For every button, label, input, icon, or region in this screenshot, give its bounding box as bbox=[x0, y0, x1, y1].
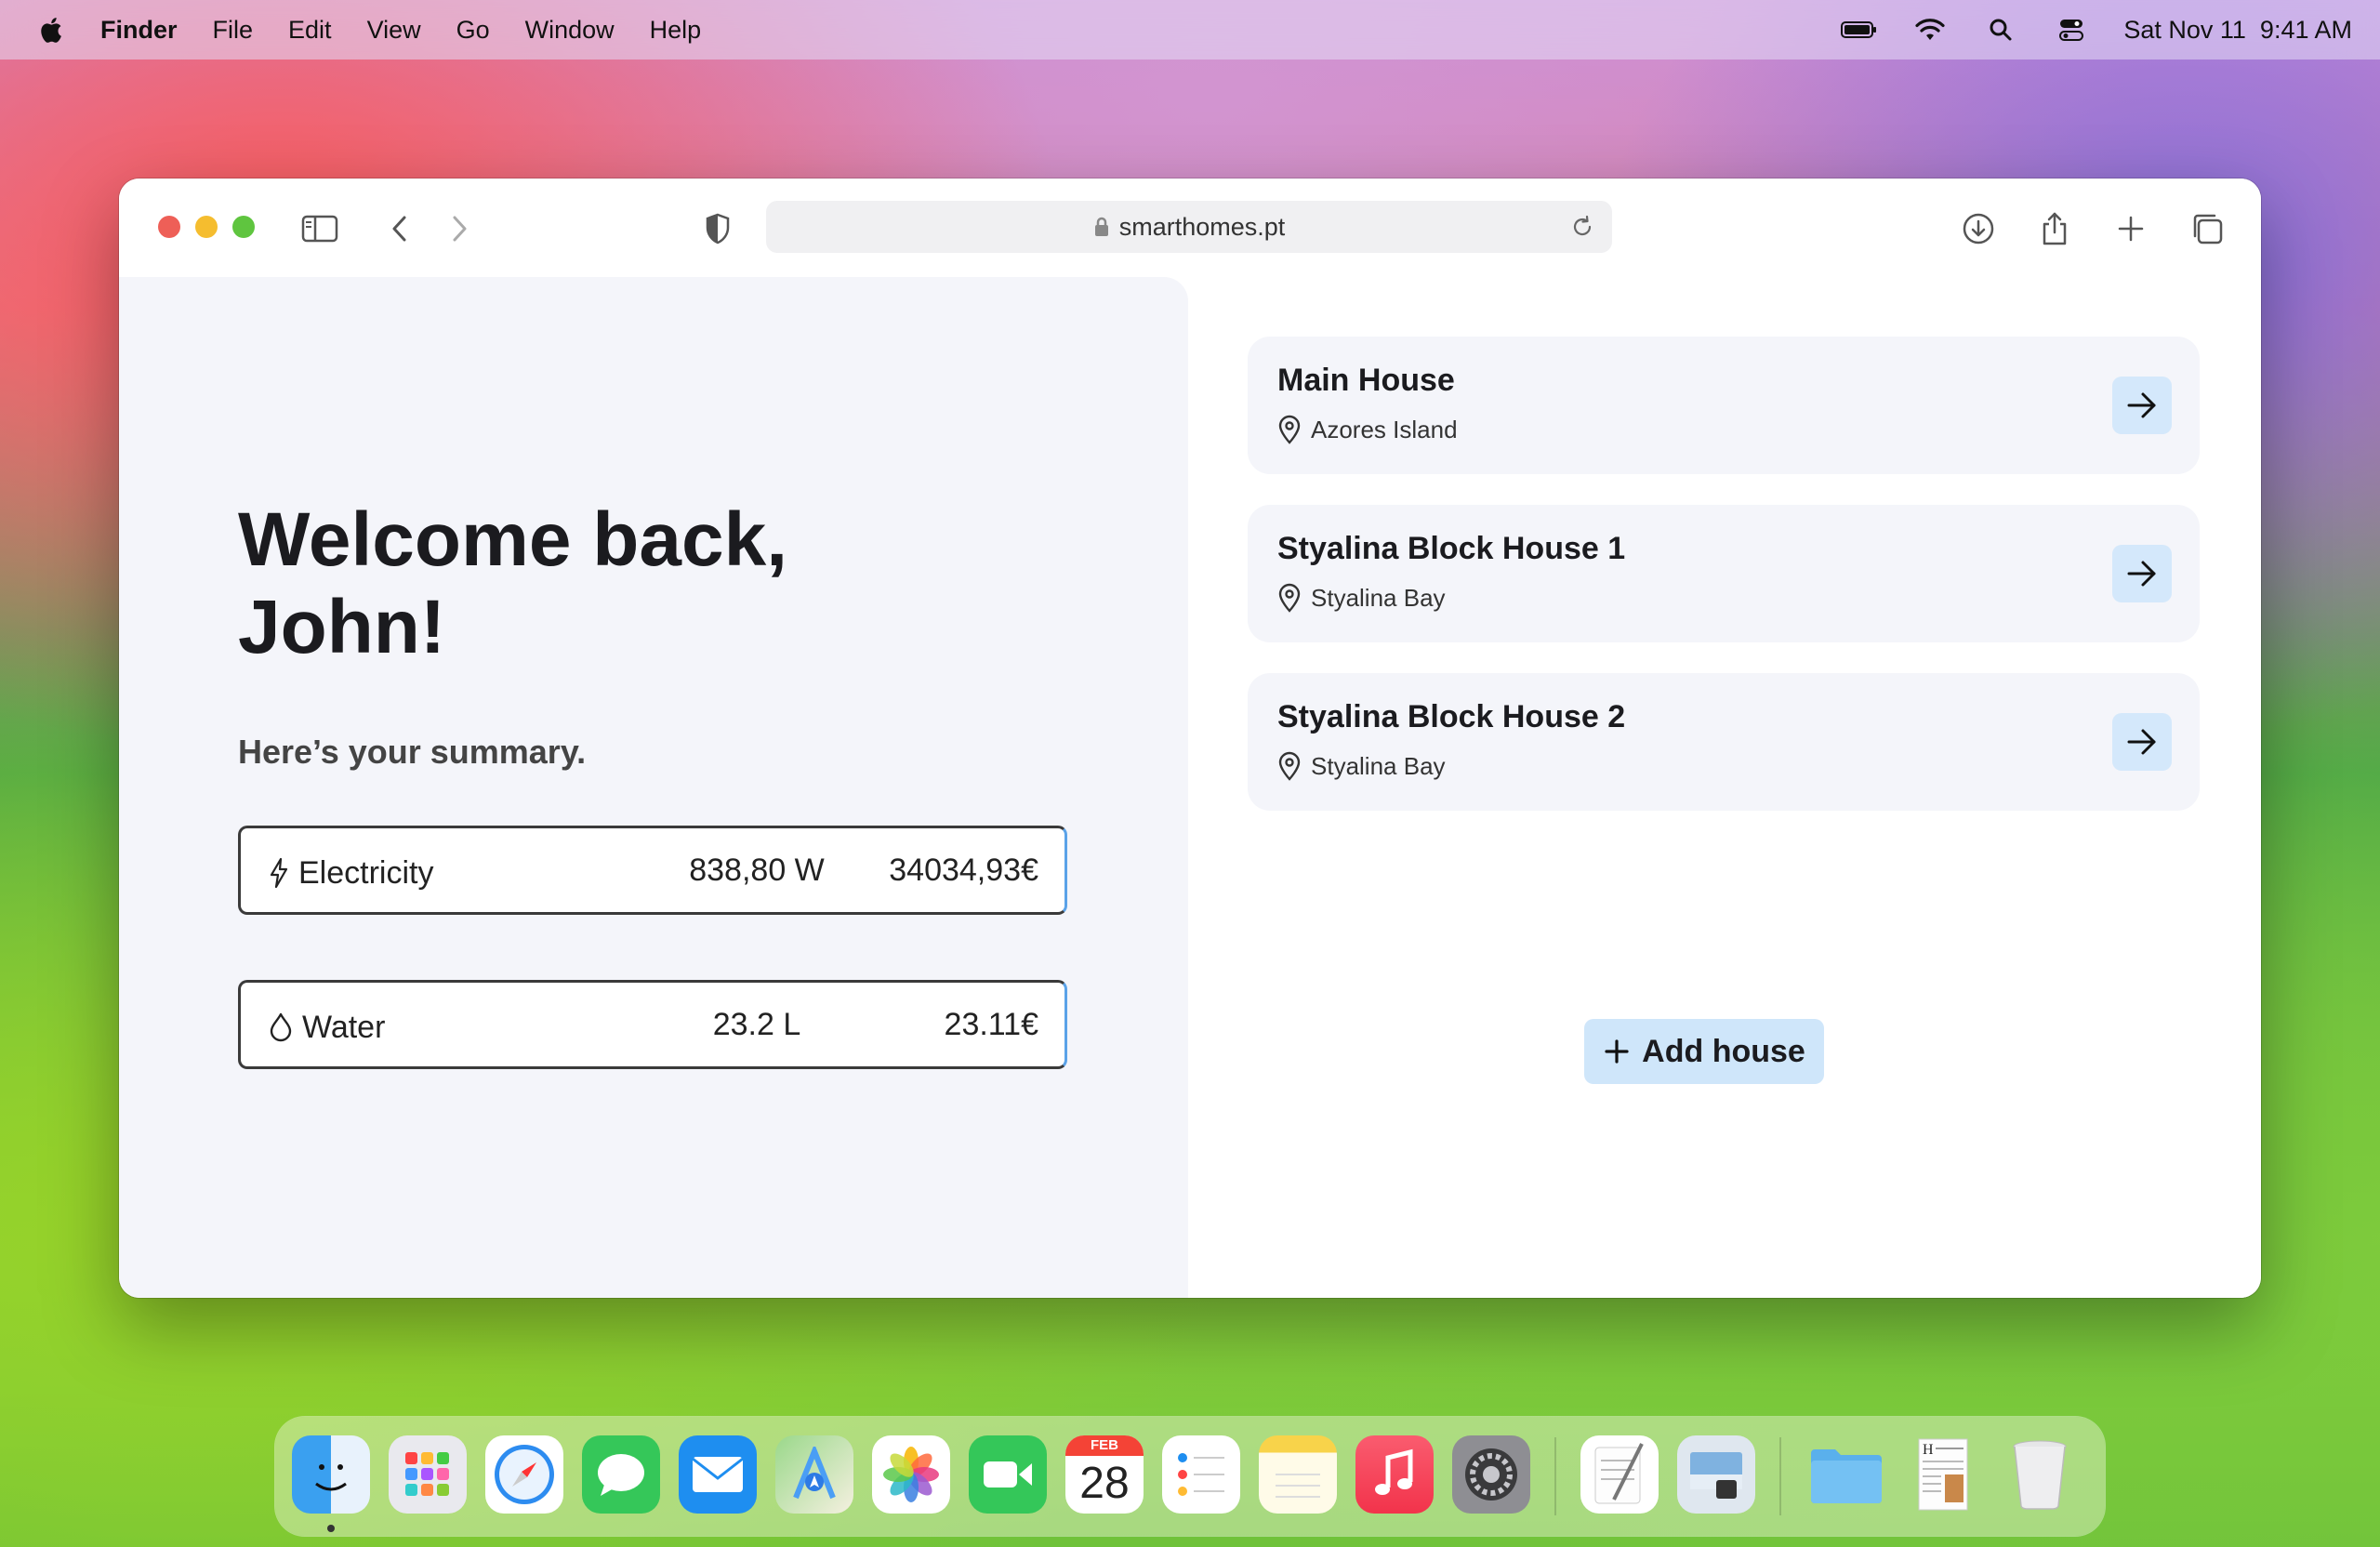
house-card[interactable]: Styalina Block House 1 Styalina Bay bbox=[1248, 505, 2200, 642]
water-usage: 23.2 L bbox=[712, 1006, 801, 1042]
open-house-button[interactable] bbox=[2112, 377, 2172, 434]
tab-overview-icon[interactable] bbox=[2188, 210, 2226, 247]
document-icon[interactable]: H bbox=[1904, 1435, 1982, 1514]
menu-help[interactable]: Help bbox=[650, 16, 702, 45]
house-name: Styalina Block House 1 bbox=[1277, 531, 1626, 566]
house-location: Azores Island bbox=[1311, 415, 1458, 443]
running-indicator bbox=[327, 1525, 335, 1532]
house-card[interactable]: Styalina Block House 2 Styalina Bay bbox=[1248, 673, 2200, 811]
safari-icon[interactable] bbox=[485, 1435, 563, 1514]
menu-view[interactable]: View bbox=[367, 16, 421, 45]
arrow-right-icon bbox=[2127, 561, 2156, 587]
open-house-button[interactable] bbox=[2112, 545, 2172, 602]
house-location: Styalina Bay bbox=[1311, 751, 1446, 780]
music-icon[interactable] bbox=[1355, 1435, 1434, 1514]
arrow-right-icon bbox=[2127, 729, 2156, 755]
system-settings-icon[interactable] bbox=[1452, 1435, 1530, 1514]
address-bar[interactable]: smarthomes.pt bbox=[766, 201, 1612, 253]
menu-window[interactable]: Window bbox=[525, 16, 615, 45]
add-house-label: Add house bbox=[1642, 1033, 1805, 1069]
browser-toolbar: smarthomes.pt bbox=[119, 178, 2261, 277]
dock-separator bbox=[1779, 1437, 1781, 1515]
menu-datetime[interactable]: Sat Nov 11 9:41 AM bbox=[2123, 16, 2352, 45]
water-cost: 23.11€ bbox=[944, 1006, 1038, 1042]
close-window-button[interactable] bbox=[158, 216, 180, 238]
menu-go[interactable]: Go bbox=[456, 16, 490, 45]
water-label: Water bbox=[302, 1009, 386, 1045]
facetime-icon[interactable] bbox=[969, 1435, 1047, 1514]
trash-icon[interactable] bbox=[2001, 1435, 2079, 1514]
summary-pane: Welcome back, John! Here’s your summary. … bbox=[119, 277, 1188, 1298]
zoom-window-button[interactable] bbox=[232, 216, 255, 238]
maps-icon[interactable] bbox=[775, 1435, 853, 1514]
lock-icon bbox=[1094, 217, 1108, 236]
folder-icon[interactable] bbox=[1807, 1435, 1885, 1514]
forward-icon[interactable] bbox=[441, 210, 478, 247]
welcome-heading: Welcome back, John! bbox=[238, 497, 787, 669]
wifi-icon[interactable] bbox=[1911, 16, 1949, 44]
launchpad-icon[interactable] bbox=[389, 1435, 467, 1514]
calendar-day: 28 bbox=[1079, 1459, 1130, 1508]
houses-pane: Main House Azores Island Styalina Block … bbox=[1188, 277, 2261, 1298]
arrow-right-icon bbox=[2127, 392, 2156, 418]
share-icon[interactable] bbox=[2036, 210, 2073, 247]
minimize-window-button[interactable] bbox=[195, 216, 218, 238]
preview-icon[interactable] bbox=[1677, 1435, 1755, 1514]
battery-icon[interactable] bbox=[1841, 16, 1878, 44]
textedit-icon[interactable] bbox=[1580, 1435, 1659, 1514]
lightning-icon bbox=[270, 857, 288, 889]
back-icon[interactable] bbox=[381, 210, 418, 247]
summary-subtitle: Here’s your summary. bbox=[238, 733, 587, 771]
photos-icon[interactable] bbox=[872, 1435, 950, 1514]
dock: FEB 28 H bbox=[275, 1417, 2105, 1536]
location-pin-icon bbox=[1278, 583, 1301, 613]
house-name: Main House bbox=[1277, 363, 1455, 398]
browser-window: smarthomes.pt Welcome back, John! Here’s … bbox=[119, 178, 2261, 1298]
finder-icon[interactable] bbox=[292, 1435, 370, 1514]
reminders-icon[interactable] bbox=[1162, 1435, 1240, 1514]
house-location: Styalina Bay bbox=[1311, 583, 1446, 612]
downloads-icon[interactable] bbox=[1960, 210, 1997, 247]
plus-icon bbox=[1605, 1039, 1629, 1064]
add-house-button[interactable]: Add house bbox=[1584, 1019, 1824, 1084]
house-name: Styalina Block House 2 bbox=[1277, 699, 1626, 734]
electricity-metric-card[interactable]: Electricity 838,80 W 34034,93€ bbox=[238, 826, 1067, 915]
reload-icon[interactable] bbox=[1569, 214, 1595, 240]
spotlight-icon[interactable] bbox=[1982, 16, 2019, 44]
menu-file[interactable]: File bbox=[213, 16, 254, 45]
calendar-month: FEB bbox=[1065, 1435, 1144, 1456]
privacy-shield-icon[interactable] bbox=[699, 210, 736, 247]
apple-menu-icon[interactable] bbox=[35, 14, 63, 46]
new-tab-icon[interactable] bbox=[2112, 210, 2149, 247]
menu-edit[interactable]: Edit bbox=[288, 16, 332, 45]
open-house-button[interactable] bbox=[2112, 713, 2172, 771]
electricity-usage: 838,80 W bbox=[689, 852, 825, 888]
svg-text:H: H bbox=[1923, 1442, 1934, 1458]
location-pin-icon bbox=[1278, 751, 1301, 781]
location-pin-icon bbox=[1278, 415, 1301, 444]
dock-separator bbox=[1554, 1437, 1556, 1515]
messages-icon[interactable] bbox=[582, 1435, 660, 1514]
sidebar-toggle-icon[interactable] bbox=[301, 210, 338, 247]
house-card[interactable]: Main House Azores Island bbox=[1248, 337, 2200, 474]
electricity-cost: 34034,93€ bbox=[889, 852, 1038, 888]
notes-icon[interactable] bbox=[1259, 1435, 1337, 1514]
control-center-icon[interactable] bbox=[2053, 16, 2090, 44]
water-drop-icon bbox=[270, 1012, 292, 1042]
water-metric-card[interactable]: Water 23.2 L 23.11€ bbox=[238, 980, 1067, 1069]
menu-app-name[interactable]: Finder bbox=[100, 16, 178, 45]
calendar-icon[interactable]: FEB 28 bbox=[1065, 1435, 1144, 1514]
url-text: smarthomes.pt bbox=[1118, 212, 1286, 241]
mail-icon[interactable] bbox=[679, 1435, 757, 1514]
menu-bar: Finder File Edit View Go Window Help Sat… bbox=[0, 0, 2380, 60]
electricity-label: Electricity bbox=[298, 854, 434, 891]
